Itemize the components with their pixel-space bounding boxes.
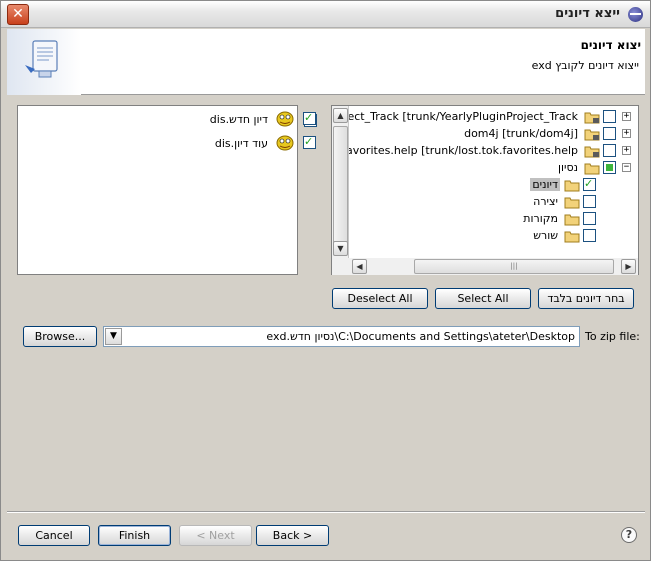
scroll-down-icon[interactable]: ▼ xyxy=(333,241,348,256)
discussion-checkbox[interactable] xyxy=(303,135,316,149)
tree-horizontal-scrollbar[interactable]: ◀ ||| ▶ xyxy=(332,258,638,275)
export-wizard-icon xyxy=(25,40,58,78)
next-button[interactable]: < Next xyxy=(179,525,252,546)
folder-icon xyxy=(564,180,580,192)
tree-label[interactable]: דיונים xyxy=(530,178,560,191)
scroll-right-icon[interactable]: ▶ xyxy=(621,259,636,274)
discussion-icon xyxy=(276,135,294,151)
expand-icon[interactable]: + xyxy=(622,146,631,155)
tree-label[interactable]: YearlyPluginProject_Track [trunk/YearlyP… xyxy=(332,110,578,123)
project-folder-icon xyxy=(584,112,600,124)
tree-checkbox[interactable] xyxy=(603,161,616,174)
tree-label[interactable]: יצירה xyxy=(533,195,558,208)
tree-checkbox[interactable] xyxy=(583,229,596,242)
cancel-button[interactable]: Cancel xyxy=(18,525,90,546)
select-all-button[interactable]: Select All xyxy=(435,288,531,309)
tree-checkbox[interactable] xyxy=(583,195,596,208)
banner-description: ייצוא דיונים לקובץ exd xyxy=(531,59,639,72)
zip-file-combo[interactable]: ▼ C:\Documents and Settings\ateter\Deskt… xyxy=(103,326,580,347)
title-bar[interactable]: ✕ ייצא דיונים xyxy=(1,1,650,28)
tree-label[interactable]: dom4j [trunk/dom4j] xyxy=(464,127,578,140)
scroll-left-icon[interactable]: ◀ xyxy=(352,259,367,274)
banner-graphic xyxy=(7,29,81,95)
export-wizard-window: ✕ ייצא דיונים יצוא דיונים ייצוא דיונים ל… xyxy=(0,0,651,561)
tree-label[interactable]: lost.tok.favorites.help [trunk/lost.tok.… xyxy=(332,144,578,157)
zip-file-label: To zip file: xyxy=(585,330,640,343)
expand-icon[interactable]: + xyxy=(622,112,631,121)
tree-label[interactable]: נסיון xyxy=(558,161,578,174)
browse-button[interactable]: Browse... xyxy=(23,326,97,347)
folder-icon xyxy=(564,231,580,243)
chevron-down-icon[interactable]: ▼ xyxy=(105,328,122,345)
tree-checkbox[interactable] xyxy=(603,144,616,157)
back-button[interactable]: Back > xyxy=(256,525,329,546)
discussion-label: עוד דיון.dis xyxy=(214,137,268,150)
discussions-list[interactable] xyxy=(17,105,317,275)
folder-open-icon xyxy=(584,163,600,175)
banner-title: יצוא דיונים xyxy=(580,38,641,52)
tree-checkbox[interactable] xyxy=(603,127,616,140)
tree-checkbox[interactable] xyxy=(583,177,596,191)
wizard-banner: יצוא דיונים ייצוא דיונים לקובץ exd xyxy=(7,29,645,95)
tree-vertical-scrollbar[interactable]: ▲ ▼ xyxy=(332,106,349,258)
eclipse-icon xyxy=(628,7,643,22)
window-title: ייצא דיונים xyxy=(555,6,620,21)
expand-icon[interactable]: + xyxy=(622,129,631,138)
collapse-icon[interactable]: − xyxy=(622,163,631,172)
deselect-all-button[interactable]: Deselect All xyxy=(332,288,428,309)
tree-label[interactable]: שורש xyxy=(533,229,558,242)
project-tree[interactable]: + YearlyPluginProject_Track [trunk/Yearl… xyxy=(331,105,639,275)
discussion-icon xyxy=(276,111,294,127)
discussion-checkbox[interactable] xyxy=(303,111,316,125)
tree-checkbox[interactable] xyxy=(583,212,596,225)
project-folder-icon xyxy=(584,146,600,158)
footer-divider xyxy=(7,511,645,513)
folder-icon xyxy=(564,214,580,226)
project-folder-icon xyxy=(584,129,600,141)
tree-label[interactable]: מקורות xyxy=(523,212,558,225)
tree-checkbox[interactable] xyxy=(603,110,616,123)
close-button[interactable]: ✕ xyxy=(7,4,29,25)
folder-icon xyxy=(564,197,580,209)
zip-file-path[interactable]: C:\Documents and Settings\ateter\Desktop… xyxy=(266,330,575,343)
select-discussions-only-button[interactable]: בחר דיונים בלבד xyxy=(538,288,634,309)
scroll-thumb[interactable] xyxy=(333,126,348,246)
scroll-thumb[interactable]: ||| xyxy=(414,259,614,274)
finish-button[interactable]: Finish xyxy=(98,525,171,546)
help-icon[interactable]: ? xyxy=(621,527,637,543)
scroll-up-icon[interactable]: ▲ xyxy=(333,108,348,123)
discussion-label: דיון חדש.dis xyxy=(209,113,268,126)
